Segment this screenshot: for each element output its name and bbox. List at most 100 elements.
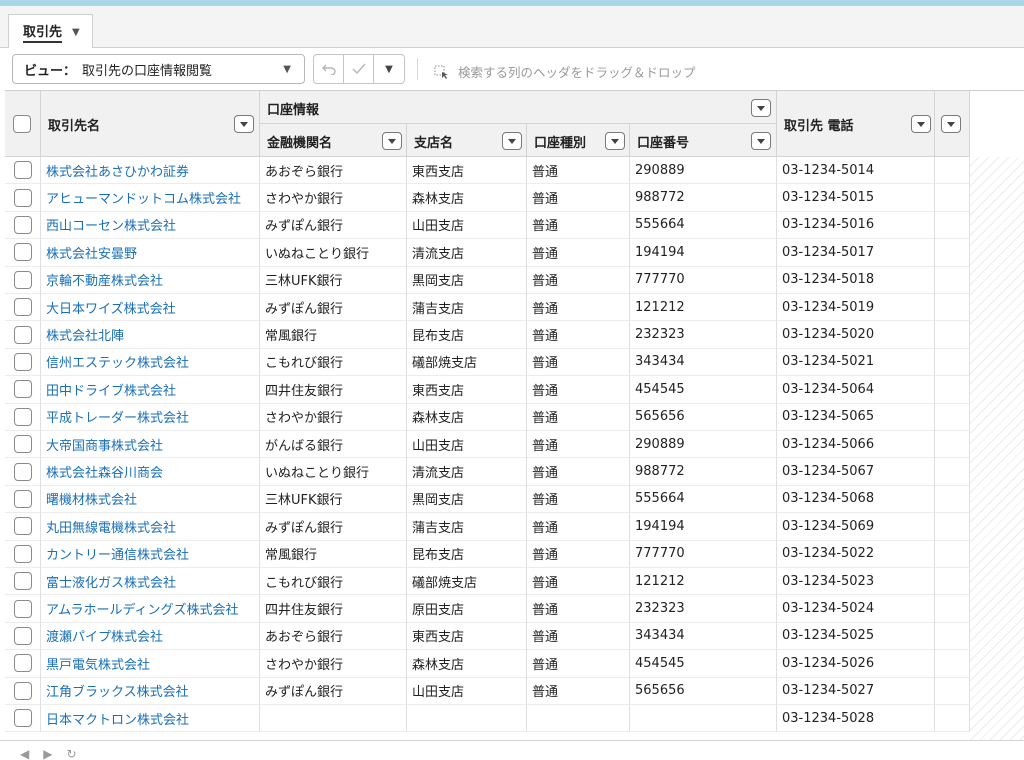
row-checkbox[interactable]: [13, 462, 32, 481]
row-checkbox[interactable]: [13, 352, 32, 371]
cell-account-name[interactable]: 黒戸電気株式会社: [41, 650, 260, 678]
header-branch[interactable]: 支店名: [407, 124, 527, 157]
column-menu-button[interactable]: [911, 115, 931, 133]
column-drop-zone[interactable]: 検索する列のヘッダをドラッグ＆ドロップ: [434, 62, 696, 81]
chevron-down-icon[interactable]: ▼: [72, 27, 80, 38]
row-checkbox-cell: [5, 485, 41, 514]
cell-account-name[interactable]: 株式会社あさひかわ証券: [41, 157, 260, 185]
row-checkbox[interactable]: [13, 709, 32, 728]
row-checkbox[interactable]: [13, 572, 32, 591]
cell-account-name[interactable]: 株式会社森谷川商会: [41, 458, 260, 486]
cell-account-name[interactable]: 田中ドライブ株式会社: [41, 376, 260, 404]
table-row[interactable]: 株式会社北陣 常風銀行 昆布支店 普通 232323 03-1234-5020: [5, 321, 970, 349]
header-account-type[interactable]: 口座種別: [527, 124, 630, 157]
header-label: 取引先 電話: [784, 119, 854, 134]
cell-account-name[interactable]: 西山コーセン株式会社: [41, 211, 260, 240]
tab-accounts[interactable]: 取引先 ▼: [8, 14, 93, 49]
cell-account-name[interactable]: 日本マクトロン株式会社: [41, 705, 260, 733]
row-checkbox[interactable]: [13, 325, 32, 344]
cell-account-name[interactable]: 信州エステック株式会社: [41, 348, 260, 377]
row-checkbox[interactable]: [13, 188, 32, 207]
cell-phone: 03-1234-5021: [777, 348, 935, 377]
cell-account-name[interactable]: 大日本ワイズ株式会社: [41, 294, 260, 322]
column-menu-button[interactable]: [751, 132, 771, 150]
table-row[interactable]: 株式会社あさひかわ証券 あおぞら銀行 東西支店 普通 290889 03-1234-501…: [5, 157, 970, 185]
view-select[interactable]: ビュー： 取引先の口座情報閲覧 ▼: [12, 54, 305, 84]
table-row[interactable]: 株式会社森谷川商会 いぬねことり銀行 清流支店 普通 988772 03-1234-506…: [5, 458, 970, 486]
cell-account-name[interactable]: 富士液化ガス株式会社: [41, 568, 260, 596]
cell-account-number: 343434: [630, 348, 777, 377]
cell-branch: 清流支店: [407, 458, 527, 486]
next-icon[interactable]: ▶: [43, 747, 52, 760]
table-row[interactable]: カントリー通信株式会社 常風銀行 昆布支店 普通 777770 03-1234-5022: [5, 540, 970, 568]
column-menu-button[interactable]: [502, 132, 522, 150]
row-checkbox[interactable]: [13, 407, 32, 426]
row-checkbox[interactable]: [13, 517, 32, 536]
row-checkbox[interactable]: [13, 298, 32, 317]
cell-account-name[interactable]: 丸田無線電機株式会社: [41, 513, 260, 541]
row-checkbox[interactable]: [13, 243, 32, 262]
table-row[interactable]: 西山コーセン株式会社 みずぽん銀行 山田支店 普通 555664 03-1234-5016: [5, 211, 970, 240]
row-checkbox[interactable]: [13, 544, 32, 563]
column-menu-button[interactable]: [605, 132, 625, 150]
table-row[interactable]: 京輪不動産株式会社 三林UFK銀行 黒岡支店 普通 777770 03-1234-5018: [5, 266, 970, 294]
table-row[interactable]: 田中ドライブ株式会社 四井住友銀行 東西支店 普通 454545 03-1234-5064: [5, 376, 970, 404]
column-menu-button[interactable]: [382, 132, 402, 150]
row-checkbox[interactable]: [13, 681, 32, 700]
header-group-account-info[interactable]: 口座情報: [260, 91, 777, 124]
cell-account-name[interactable]: 江角ブラックス株式会社: [41, 677, 260, 705]
column-menu-button[interactable]: [751, 99, 771, 117]
header-account-name[interactable]: 取引先名: [41, 91, 260, 157]
cell-account-name[interactable]: 平成トレーダー株式会社: [41, 403, 260, 431]
table-row[interactable]: 富士液化ガス株式会社 こもれび銀行 礒部焼支店 普通 121212 03-1234-502…: [5, 568, 970, 596]
table-row[interactable]: 株式会社安曇野 いぬねことり銀行 清流支店 普通 194194 03-1234-5017: [5, 239, 970, 267]
row-checkbox[interactable]: [13, 599, 32, 618]
prev-icon[interactable]: ◀: [20, 747, 29, 760]
cell-account-name[interactable]: アヒューマンドットコム株式会社: [41, 184, 260, 212]
table-row[interactable]: 丸田無線電機株式会社 みずぽん銀行 蒲吉支店 普通 194194 03-1234-5069: [5, 513, 970, 541]
more-actions-button[interactable]: ▼: [374, 55, 404, 83]
table-row[interactable]: 渡瀬パイプ株式会社 あおぞら銀行 東西支店 普通 343434 03-1234-5025: [5, 622, 970, 651]
table-row[interactable]: 曙機材株式会社 三林UFK銀行 黒岡支店 普通 555664 03-1234-5068: [5, 485, 970, 514]
row-checkbox[interactable]: [13, 215, 32, 234]
view-value: 取引先の口座情報閲覧: [82, 63, 213, 79]
row-checkbox[interactable]: [13, 161, 32, 180]
cell-account-name[interactable]: 渡瀬パイプ株式会社: [41, 622, 260, 651]
undo-button[interactable]: [314, 55, 344, 83]
table-row[interactable]: アムラホールディングズ株式会社 四井住友銀行 原田支店 普通 232323 03-1234…: [5, 595, 970, 623]
table-row[interactable]: 平成トレーダー株式会社 さわやか銀行 森林支店 普通 565656 03-1234-506…: [5, 403, 970, 431]
header-account-number[interactable]: 口座番号: [630, 124, 777, 157]
cell-account-name[interactable]: 京輪不動産株式会社: [41, 266, 260, 294]
table-row[interactable]: 大日本ワイズ株式会社 みずぽん銀行 蒲吉支店 普通 121212 03-1234-5019: [5, 294, 970, 322]
row-checkbox[interactable]: [13, 270, 32, 289]
header-label: 口座種別: [534, 136, 587, 151]
row-checkbox[interactable]: [13, 626, 32, 645]
drag-drop-icon: [434, 65, 448, 79]
column-menu-button[interactable]: [234, 115, 254, 133]
row-checkbox[interactable]: [13, 654, 32, 673]
table-row[interactable]: 江角ブラックス株式会社 みずぽん銀行 山田支店 普通 565656 03-1234-502…: [5, 677, 970, 705]
table-row[interactable]: アヒューマンドットコム株式会社 さわやか銀行 森林支店 普通 988772 03-1234…: [5, 184, 970, 212]
table-row[interactable]: 大帝国商事株式会社 がんばる銀行 山田支店 普通 290889 03-1234-5066: [5, 431, 970, 459]
cell-account-name[interactable]: 株式会社安曇野: [41, 239, 260, 267]
row-checkbox[interactable]: [13, 435, 32, 454]
confirm-button[interactable]: [344, 55, 374, 83]
cell-account-name[interactable]: 曙機材株式会社: [41, 485, 260, 514]
table-row[interactable]: 信州エステック株式会社 こもれび銀行 礒部焼支店 普通 343434 03-1234-50…: [5, 348, 970, 377]
cell-account-name[interactable]: 大帝国商事株式会社: [41, 431, 260, 459]
row-checkbox[interactable]: [13, 489, 32, 508]
column-chooser-button[interactable]: [941, 115, 961, 133]
table-row[interactable]: 日本マクトロン株式会社 03-1234-5028: [5, 705, 970, 733]
header-column-chooser: [935, 91, 970, 157]
row-checkbox[interactable]: [13, 380, 32, 399]
table-row[interactable]: 黒戸電気株式会社 さわやか銀行 森林支店 普通 454545 03-1234-5026: [5, 650, 970, 678]
header-bank-name[interactable]: 金融機関名: [260, 124, 407, 157]
select-all-checkbox[interactable]: [13, 115, 31, 133]
cell-bank-name: いぬねことり銀行: [260, 239, 407, 267]
refresh-icon[interactable]: ↻: [66, 747, 76, 760]
cell-account-name[interactable]: 株式会社北陣: [41, 321, 260, 349]
header-phone[interactable]: 取引先 電話: [777, 91, 935, 157]
cell-account-name[interactable]: アムラホールディングズ株式会社: [41, 595, 260, 623]
cell-account-name[interactable]: カントリー通信株式会社: [41, 540, 260, 568]
cell-bank-name: あおぞら銀行: [260, 157, 407, 185]
